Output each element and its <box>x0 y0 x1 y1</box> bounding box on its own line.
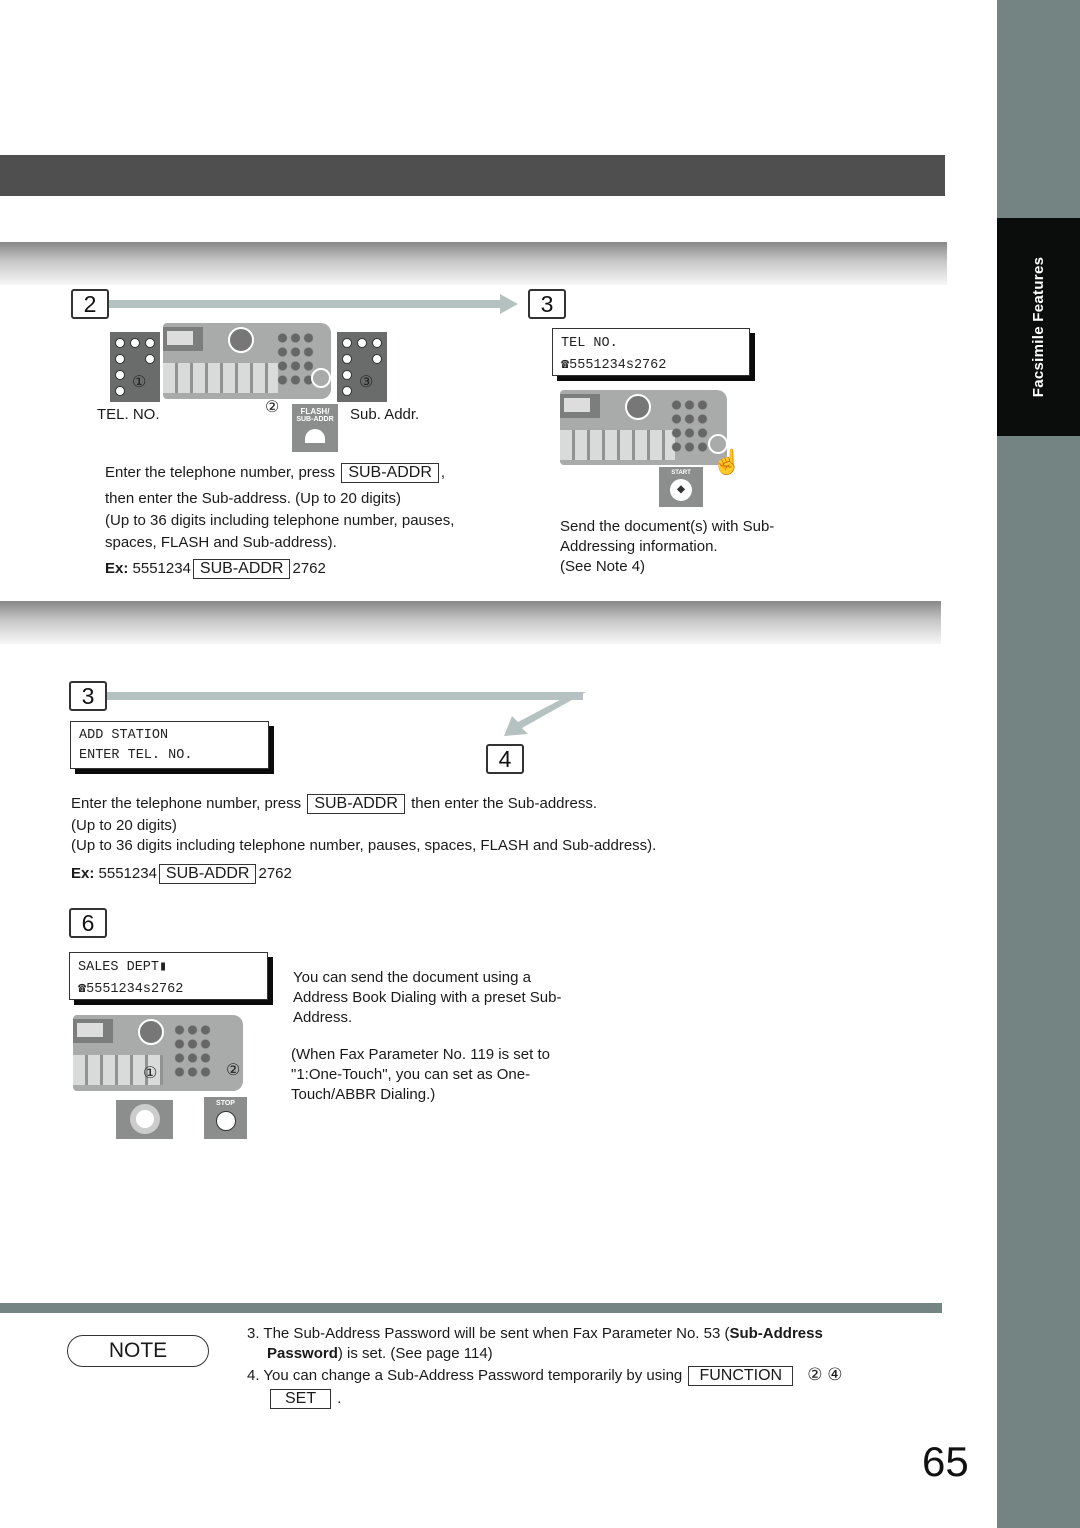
step-number-badge: 4 <box>486 744 524 774</box>
step3-text: Addressing information. <box>560 538 718 555</box>
step2-example: Ex: 5551234 SUB-ADDR 2762 <box>105 559 326 579</box>
finger-press-icon: ③ <box>359 374 374 391</box>
step3-text: (See Note 4) <box>560 558 646 575</box>
step6-text: You can send the document using a <box>293 969 531 986</box>
control-panel-illustration <box>560 390 728 465</box>
step6-note-text: Touch/ABBR Dialing.) <box>291 1086 436 1103</box>
function-key: FUNCTION <box>688 1366 794 1386</box>
step-number-badge: 3 <box>69 681 107 711</box>
section-title-bar <box>0 155 945 196</box>
sub-addr-key: SUB-ADDR <box>341 463 439 483</box>
note-divider-bar <box>0 1303 942 1313</box>
step-number-badge: 3 <box>528 289 566 319</box>
arrow-head-icon <box>504 692 586 736</box>
arrow-head-icon <box>500 294 518 314</box>
finger-press-icon: ☝ <box>712 449 742 476</box>
section-header-bar <box>0 601 941 644</box>
lcd-display: SALES DEPT▮ ☎5551234s2762 <box>69 952 268 1000</box>
finger-press-icon: ② <box>226 1062 241 1079</box>
finger-press-icon: ① <box>143 1065 158 1082</box>
lcd-display: ADD STATION ENTER TEL. NO. <box>70 721 269 769</box>
page-number: 65 <box>922 1438 969 1485</box>
note-item-3: 3. The Sub-Address Password will be sent… <box>247 1325 823 1342</box>
step3-text: Send the document(s) with Sub- <box>560 518 775 535</box>
sub-addr-key: SUB-ADDR <box>192 559 291 579</box>
sub-addr-key: SUB-ADDR <box>307 794 405 814</box>
sub-addr-key: SUB-ADDR <box>158 864 257 884</box>
step2-instruction: Enter the telephone number, press SUB-AD… <box>105 463 446 483</box>
step4-example: Ex: 5551234 SUB-ADDR 2762 <box>71 864 292 884</box>
navigation-dial-illustration <box>116 1100 173 1139</box>
note-item-3-cont: Password) is set. (See page 114) <box>267 1345 493 1362</box>
step4-instruction: Enter the telephone number, press SUB-AD… <box>71 794 598 814</box>
control-panel-illustration <box>163 323 331 399</box>
step6-text: Address. <box>293 1009 353 1026</box>
sub-addr-label: Sub. Addr. <box>350 406 420 423</box>
lcd-display: TEL NO. ☎5551234s2762 <box>552 328 750 376</box>
start-button-illustration: START ◆ <box>659 467 703 507</box>
step-number-badge: 6 <box>69 908 107 938</box>
step6-text: Address Book Dialing with a preset Sub- <box>293 989 562 1006</box>
step-circles: ② ④ <box>807 1365 843 1384</box>
step4-text: (Up to 20 digits) <box>71 817 177 834</box>
step4-text: (Up to 36 digits including telephone num… <box>71 837 657 854</box>
section-header-bar <box>0 242 947 285</box>
flash-sub-addr-button-illustration: FLASH/ SUB-ADDR <box>292 404 338 452</box>
step2-text: (Up to 36 digits including telephone num… <box>105 512 455 529</box>
step2-text: then enter the Sub-address. (Up to 20 di… <box>105 490 402 507</box>
side-tab-label: Facsimile Features <box>1029 256 1047 398</box>
control-panel-illustration <box>73 1015 243 1091</box>
note-item-4-cont: SET . <box>268 1388 341 1410</box>
set-key: SET <box>270 1389 332 1409</box>
step6-note-text: (When Fax Parameter No. 119 is set to <box>291 1046 550 1063</box>
step6-note-text: "1:One-Touch", you can set as One- <box>291 1066 531 1083</box>
note-badge: NOTE <box>67 1335 209 1367</box>
finger-press-icon: ② <box>265 399 280 416</box>
tel-no-label: TEL. NO. <box>97 406 160 423</box>
stop-button-illustration: STOP <box>204 1097 247 1139</box>
flow-arrow <box>109 300 505 308</box>
finger-press-icon: ① <box>132 374 147 391</box>
step2-text: spaces, FLASH and Sub-address). <box>105 534 337 551</box>
note-item-4: 4. You can change a Sub-Address Password… <box>247 1365 843 1386</box>
step-number-badge: 2 <box>71 289 109 319</box>
